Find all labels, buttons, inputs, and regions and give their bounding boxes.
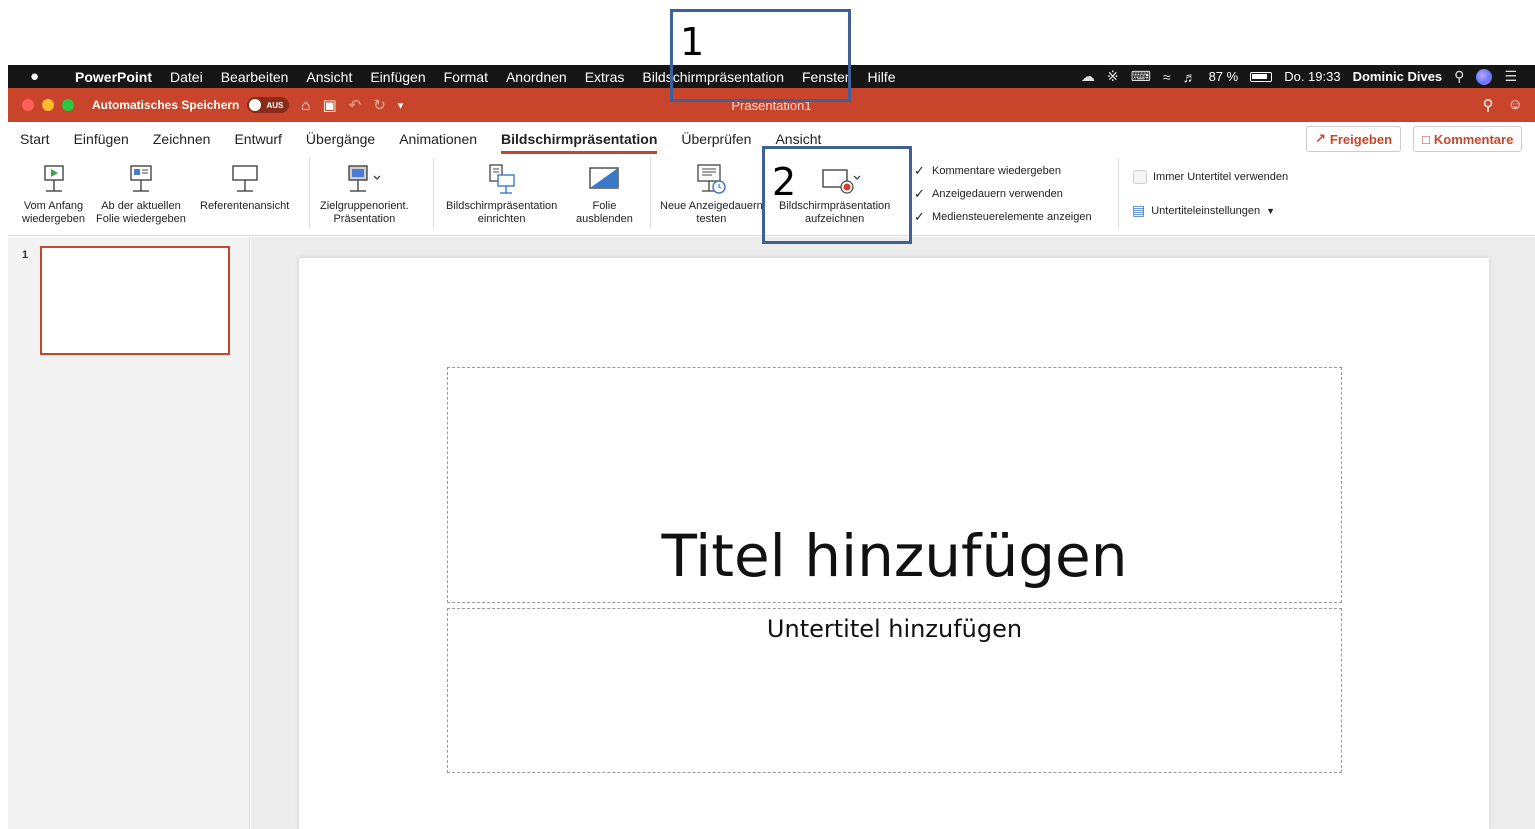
fullscreen-window-icon[interactable] [62,99,74,111]
title-placeholder-text: Titel hinzufügen [661,522,1128,590]
play-from-start-icon [37,160,71,200]
window-controls [22,99,74,111]
tab-animationen[interactable]: Animationen [387,124,489,154]
hide-slide-button[interactable]: Folie ausblenden [576,160,633,226]
subtitle-placeholder-text: Untertitel hinzufügen [766,615,1023,643]
menu-extras[interactable]: Extras [576,69,634,85]
volume-icon[interactable]: ♬ [1183,69,1197,85]
ribbon-separator [309,158,310,228]
status-area: ☁ ※ ⌨ ≈ ♬ 87 % Do. 19:33 Dominic Dives ⚲… [1081,68,1535,85]
custom-show-button[interactable]: Zielgruppenorient. Präsentation [320,160,409,226]
hide-slide-icon [587,160,621,200]
share-button[interactable]: ↗ Freigeben [1306,126,1402,152]
slide-thumbnail-pane: 1 [8,237,250,829]
menu-einfuegen[interactable]: Einfügen [361,69,434,85]
battery-percent[interactable]: 87 % [1209,69,1239,84]
apple-menu-icon[interactable]: ● [30,68,52,85]
ribbon-separator [650,158,651,228]
menu-ansicht[interactable]: Ansicht [297,69,361,85]
tab-zeichnen[interactable]: Zeichnen [141,124,223,154]
autosave-label: Automatisches Speichern [92,98,240,112]
tab-entwurf[interactable]: Entwurf [222,124,293,154]
play-narrations-checkbox[interactable]: ✓ Kommentare wiedergeben [914,163,1061,179]
menu-hilfe[interactable]: Hilfe [858,69,904,85]
minimize-window-icon[interactable] [42,99,54,111]
subtitle-placeholder[interactable]: Untertitel hinzufügen [447,608,1342,773]
subtitle-settings-dropdown[interactable]: ▤ Untertiteleinstellungen ▼ [1132,202,1275,219]
rehearse-timings-icon [694,160,728,200]
custom-show-icon [339,160,389,200]
tab-einfuegen[interactable]: Einfügen [62,124,141,154]
menu-powerpoint[interactable]: PowerPoint [66,69,161,85]
autosave-toggle[interactable]: AUS [247,97,290,113]
use-timings-checkbox[interactable]: ✓ Anzeigedauern verwenden [914,186,1063,202]
notification-center-icon[interactable]: ☰ [1504,68,1517,85]
comment-icon: □ [1422,131,1430,147]
presenter-view-icon [228,160,262,200]
slide-number: 1 [22,249,29,261]
ribbon-separator [433,158,434,228]
checkmark-icon: ✓ [914,209,925,224]
battery-icon[interactable] [1250,71,1273,82]
bluetooth-icon[interactable]: ※ [1107,68,1119,85]
menu-format[interactable]: Format [435,69,497,85]
keyboard-icon[interactable]: ⌨ [1131,68,1151,85]
subtitle-settings-icon: ▤ [1132,202,1146,218]
always-use-subtitles-checkbox[interactable]: Immer Untertitel verwenden [1133,170,1288,184]
undo-icon[interactable]: ↶ [349,96,362,114]
user-name[interactable]: Dominic Dives [1353,69,1443,84]
checkmark-icon: ✓ [914,186,925,201]
feedback-smiley-icon[interactable]: ☺ [1508,96,1523,114]
chevron-down-icon: ▼ [1266,205,1276,216]
rehearse-timings-button[interactable]: Neue Anzeigedauern testen [660,160,763,226]
spotlight-search-icon[interactable]: ⚲ [1454,68,1464,85]
tab-uebergaenge[interactable]: Übergänge [294,124,387,154]
share-icon: ↗ [1315,131,1326,146]
tab-start[interactable]: Start [8,124,62,154]
show-media-controls-checkbox[interactable]: ✓ Mediensteuerelemente anzeigen [914,209,1092,225]
comments-label: Kommentare [1433,131,1514,147]
play-from-start-button[interactable]: Vom Anfang wiedergeben [22,160,85,226]
checkmark-icon: ✓ [914,163,925,178]
menu-anordnen[interactable]: Anordnen [497,69,576,85]
ribbon-separator [1118,158,1119,228]
search-icon[interactable]: ⚲ [1483,96,1494,114]
tab-bildschirmpraesentation[interactable]: Bildschirmpräsentation [489,124,669,154]
customize-toolbar-icon[interactable]: ▾ [398,99,404,112]
menu-bearbeiten[interactable]: Bearbeiten [212,69,298,85]
comments-button[interactable]: □ Kommentare [1413,126,1523,152]
play-from-current-button[interactable]: Ab der aktuellen Folie wiedergeben [96,160,186,226]
annotation-number-2: 2 [772,160,797,204]
cloud-icon[interactable]: ☁ [1081,68,1095,85]
menu-datei[interactable]: Datei [161,69,212,85]
save-icon[interactable]: ▣ [322,96,336,114]
tab-ueberpruefen[interactable]: Überprüfen [669,124,763,154]
annotation-number-1: 1 [680,20,705,64]
close-window-icon[interactable] [22,99,34,111]
slide-thumbnail[interactable] [40,246,230,355]
share-label: Freigeben [1329,131,1393,147]
home-icon[interactable]: ⌂ [301,97,310,114]
setup-slideshow-button[interactable]: Bildschirmpräsentation einrichten [446,160,557,226]
title-placeholder[interactable]: Titel hinzufügen [447,367,1342,603]
redo-icon[interactable]: ↻ [373,96,386,114]
presenter-view-button[interactable]: Referentenansicht [200,160,289,213]
clock[interactable]: Do. 19:33 [1284,69,1340,84]
wifi-icon[interactable]: ≈ [1163,69,1171,85]
play-from-current-icon [124,160,158,200]
setup-slideshow-icon [485,160,519,200]
siri-icon[interactable] [1476,68,1493,85]
